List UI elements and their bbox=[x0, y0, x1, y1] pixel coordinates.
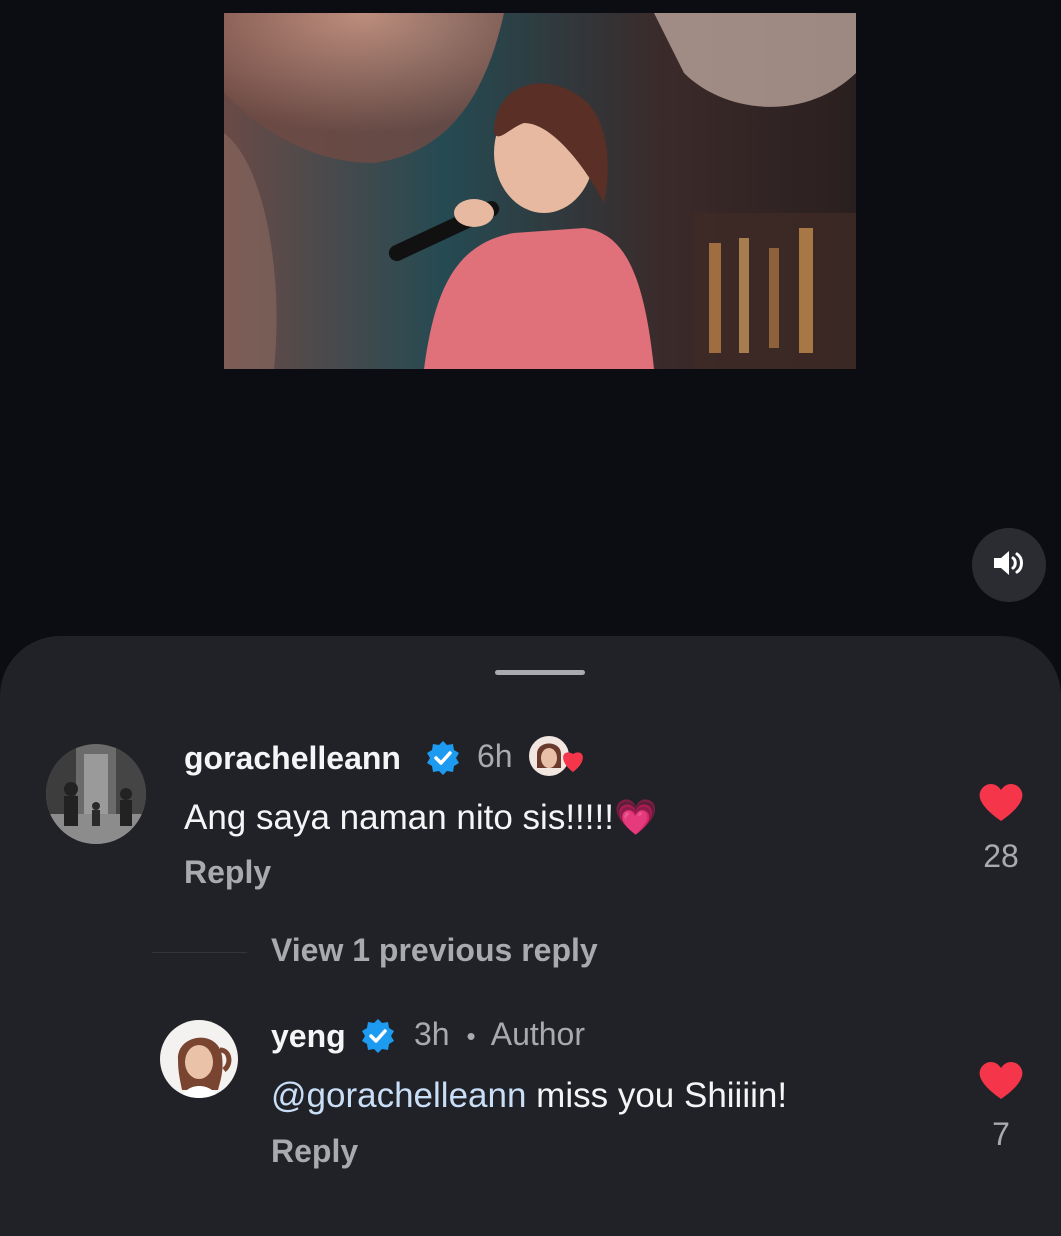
reply-meta: 3h • Author bbox=[414, 1016, 585, 1053]
reply-button[interactable]: Reply bbox=[184, 854, 271, 891]
sheet-grabber[interactable] bbox=[495, 670, 585, 675]
liked-by-author-icon bbox=[527, 734, 595, 785]
heart-icon bbox=[977, 1061, 1025, 1105]
verified-icon bbox=[425, 740, 461, 781]
comment-text-content: Ang saya naman nito sis!!!!! bbox=[184, 798, 614, 837]
divider bbox=[152, 952, 247, 953]
reply-time: 3h bbox=[414, 1016, 450, 1052]
comment-username[interactable]: gorachelleann bbox=[184, 740, 401, 777]
verified-icon bbox=[360, 1018, 396, 1059]
reply-button[interactable]: Reply bbox=[271, 1133, 358, 1170]
mention-link[interactable]: @gorachelleann bbox=[271, 1076, 526, 1115]
like-count: 28 bbox=[983, 838, 1019, 874]
reply-text-content: miss you Shiiiin! bbox=[526, 1076, 788, 1115]
heart-icon bbox=[977, 783, 1025, 827]
like-button[interactable]: 7 bbox=[974, 1059, 1028, 1153]
comments-sheet: gorachelleann 6h Ang saya naman nito sis… bbox=[0, 636, 1061, 1236]
reply-avatar[interactable] bbox=[160, 1020, 238, 1098]
video-player[interactable] bbox=[224, 13, 856, 369]
speaker-button[interactable] bbox=[972, 528, 1046, 602]
like-button[interactable]: 28 bbox=[974, 781, 1028, 875]
meta-separator: • bbox=[466, 1021, 476, 1051]
reply-username[interactable]: yeng bbox=[271, 1018, 346, 1055]
reply-text: @gorachelleann miss you Shiiiin! bbox=[271, 1076, 787, 1116]
heart-emoji: 💗 bbox=[613, 798, 658, 837]
like-count: 7 bbox=[992, 1116, 1010, 1152]
comment-time: 6h bbox=[477, 738, 513, 774]
avatar[interactable] bbox=[46, 744, 146, 844]
comment-text: Ang saya naman nito sis!!!!!💗 bbox=[184, 797, 658, 838]
view-replies-button[interactable]: View 1 previous reply bbox=[271, 932, 598, 969]
speaker-icon bbox=[992, 548, 1026, 583]
author-badge: Author bbox=[490, 1016, 585, 1052]
